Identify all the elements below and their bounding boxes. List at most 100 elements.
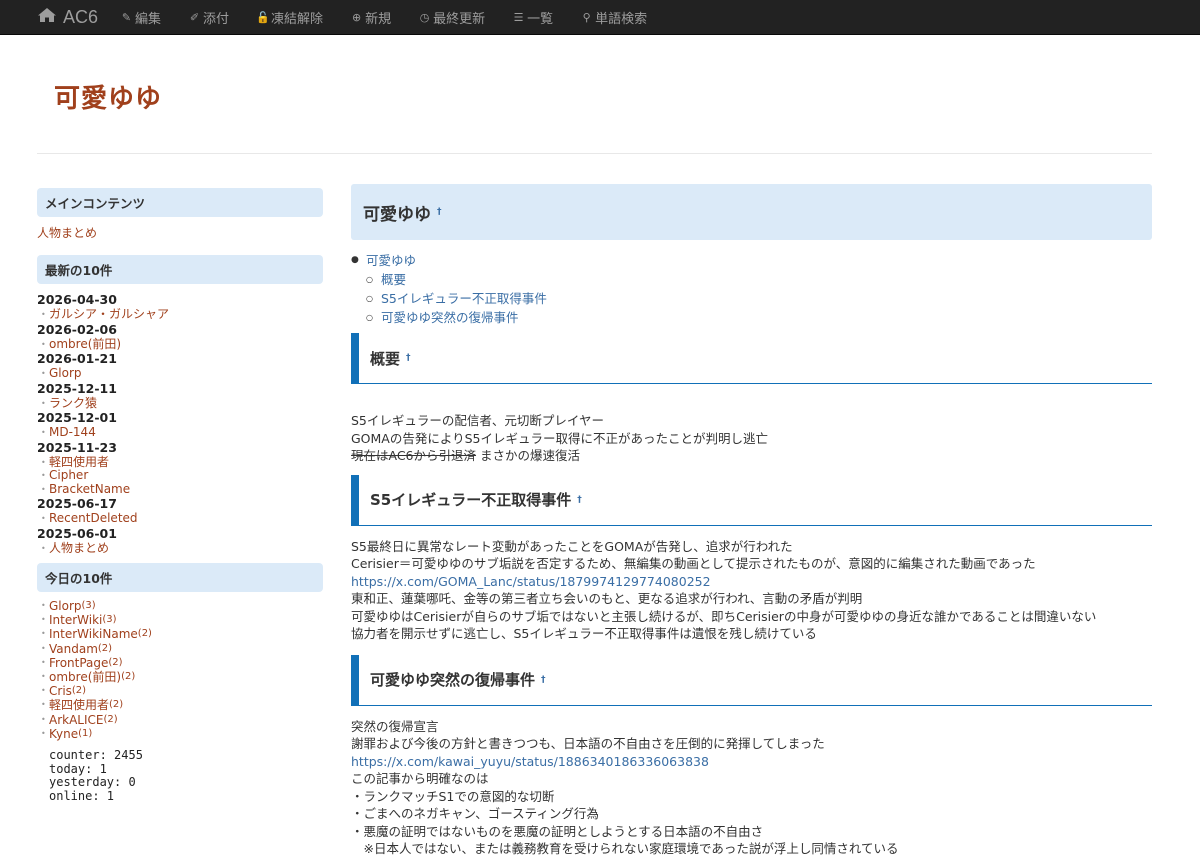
latest-item-link[interactable]: ガルシア・ガルシャア [49, 307, 169, 322]
nav-item-unlock[interactable]: 🔓 凍結解除 [256, 8, 323, 27]
today-item[interactable]: • Kyne (1) [37, 727, 323, 741]
paragraph-text: 謝罪および今後の方針と書きつつも、日本語の不自由さを圧倒的に発揮してしまった [351, 736, 825, 751]
today-item-link[interactable]: Cris [49, 684, 72, 698]
latest-item-link[interactable]: ランク猿 [49, 396, 97, 411]
today-item-link[interactable]: Glorp [49, 599, 82, 613]
today-item[interactable]: • Vandam (2) [37, 642, 323, 656]
latest-item[interactable]: • ombre(前田) [37, 337, 323, 352]
latest-item[interactable]: • ガルシア・ガルシャア [37, 307, 323, 322]
latest-item-link[interactable]: 軽四使用者 [49, 455, 109, 470]
nav-item-label: 一覧 [527, 11, 554, 27]
today-item-link[interactable]: FrontPage [49, 656, 108, 670]
counter-total: counter: 2455 [49, 748, 143, 763]
toc-link[interactable]: 可愛ゆゆ突然の復帰事件 [381, 308, 519, 327]
latest-item-link[interactable]: Cipher [49, 468, 88, 483]
toc-link[interactable]: S5イレギュラー不正取得事件 [381, 289, 547, 308]
nav-item-label: 最終更新 [433, 11, 486, 27]
section-anchor-link[interactable]: † [577, 495, 582, 505]
counter-yesterday: yesterday: 0 [49, 775, 136, 790]
today-item[interactable]: • InterWiki (3) [37, 613, 323, 627]
paragraph-text: 突然の復帰宣言 [351, 718, 439, 734]
bullet-icon: • [41, 657, 46, 667]
bullet-icon: • [41, 484, 46, 494]
paragraph-line: https://x.com/kawai_yuyu/status/18863401… [351, 753, 1152, 771]
bullet-icon: • [41, 700, 46, 710]
counter-online: online: 1 [49, 788, 115, 803]
external-link[interactable]: https://x.com/kawai_yuyu/status/18863401… [351, 754, 709, 769]
toc-link[interactable]: 概要 [381, 270, 406, 289]
latest-item-link[interactable]: MD-144 [49, 425, 96, 440]
sidebar-link-people-summary[interactable]: 人物まとめ [37, 224, 323, 241]
latest-item-link[interactable]: BracketName [49, 482, 130, 497]
latest-item[interactable]: • 軽四使用者 [37, 455, 323, 470]
latest-item[interactable]: • BracketName [37, 482, 323, 497]
today-item[interactable]: • 軽四使用者 (2) [37, 698, 323, 712]
nav-item-list[interactable]: ☰ 一覧 [512, 8, 553, 27]
top-navbar: AC6 ✎ 編集 ✐ 添付 🔓 凍結解除 ⊕ 新規 ◷ 最終更新 ☰ 一覧 ⚲ 単語検索 [0, 0, 1200, 35]
nav-item-plus-circle[interactable]: ⊕ 新規 [350, 8, 391, 27]
table-of-contents: ● 可愛ゆゆ ○ 概要 ○ S5イレギュラー不正取得事件 ○ 可愛ゆゆ突然の復帰事件 [351, 251, 1152, 327]
nav-item-label: 凍結解除 [271, 11, 324, 27]
today-item[interactable]: • FrontPage (2) [37, 656, 323, 670]
today-item-link[interactable]: Vandam [49, 642, 98, 656]
latest-item-link[interactable]: 人物まとめ [49, 541, 109, 556]
nav-item-search[interactable]: ⚲ 単語検索 [580, 8, 648, 27]
toc-link-top[interactable]: 可愛ゆゆ [366, 251, 416, 270]
latest-item-link[interactable]: Glorp [49, 366, 82, 381]
unlock-icon: 🔓 [256, 10, 270, 24]
paragraph-line: https://x.com/GOMA_Lanc/status/187997412… [351, 573, 1152, 591]
today-item-link[interactable]: ArkALICE [49, 713, 104, 727]
section-anchor-link[interactable]: † [406, 353, 411, 363]
today-item-link[interactable]: ombre(前田) [49, 670, 121, 684]
paragraph-line: 東和正、蓮葉哪吒、金等の第三者立ち会いのもと、更なる追求が行われ、言動の矛盾が判… [351, 590, 1152, 608]
paragraph-line: ・ランクマッチS1での意図的な切断 [351, 788, 1152, 806]
today-item[interactable]: • InterWikiName (2) [37, 627, 323, 641]
today-item-link[interactable]: InterWikiName [49, 627, 138, 641]
latest-item[interactable]: • Cipher [37, 468, 323, 483]
today-item-count: (3) [81, 600, 96, 611]
latest-item[interactable]: • RecentDeleted [37, 511, 323, 526]
latest-item[interactable]: • Glorp [37, 366, 323, 381]
latest-item[interactable]: • MD-144 [37, 425, 323, 440]
sidebar-heading-today: 今日の10件 [37, 563, 323, 592]
nav-item-edit[interactable]: ✎ 編集 [120, 8, 161, 27]
bullet-icon: • [41, 686, 46, 696]
bullet-icon: • [41, 310, 46, 319]
bullet-icon: • [41, 457, 46, 467]
today-item[interactable]: • Cris (2) [37, 684, 323, 698]
section-anchor-link[interactable]: † [541, 675, 546, 685]
today-item[interactable]: • ombre(前田) (2) [37, 670, 323, 684]
nav-item-attach[interactable]: ✐ 添付 [188, 8, 229, 27]
today-item-count: (2) [137, 628, 152, 640]
latest-item-link[interactable]: ombre(前田) [49, 337, 121, 352]
brand-link[interactable]: AC6 [37, 7, 98, 28]
latest-item[interactable]: • ランク猿 [37, 396, 323, 411]
nav-item-clock[interactable]: ◷ 最終更新 [418, 8, 485, 27]
paragraph-text: まさかの爆速復活 [476, 448, 580, 463]
today-item-link[interactable]: Kyne [49, 727, 78, 741]
latest-date: 2025-12-11 [37, 380, 117, 396]
sidebar: メインコンテンツ 人物まとめ 最新の10件 2026-04-30 • ガルシア・ガル… [37, 188, 323, 803]
counter-block: counter: 2455 today: 1 yesterday: 0 onli… [37, 749, 323, 803]
latest-item-link[interactable]: RecentDeleted [49, 511, 138, 526]
paragraph-line: この記事から明確なのは [351, 770, 1152, 788]
title-anchor-link[interactable]: † [437, 207, 442, 217]
list-icon: ☰ [513, 10, 524, 24]
section-body: 突然の復帰宣言謝罪および今後の方針と書きつつも、日本語の不自由さを圧倒的に発揮し… [351, 718, 1152, 857]
nav-item-label: 単語検索 [595, 11, 648, 27]
paragraph-line: 現在はAC6から引退済 まさかの爆速復活 [351, 447, 1152, 465]
paragraph-text: 可愛ゆゆはCerisierが自らのサブ垢ではないと主張し続けるが、即ちCeris… [351, 608, 1097, 624]
latest-date: 2025-11-23 [37, 439, 117, 455]
latest-item[interactable]: • 人物まとめ [37, 541, 323, 556]
latest-date: 2025-12-01 [37, 410, 117, 425]
today-item-link[interactable]: InterWiki [49, 613, 102, 627]
external-link[interactable]: https://x.com/GOMA_Lanc/status/187997412… [351, 574, 711, 589]
today-item-link[interactable]: 軽四使用者 [49, 698, 109, 712]
today-item[interactable]: • Glorp (3) [37, 599, 323, 613]
today-item[interactable]: • ArkALICE (2) [37, 713, 323, 727]
edit-icon: ✎ [121, 10, 132, 24]
bullet-icon: • [41, 643, 46, 653]
bullet-icon: • [41, 728, 46, 738]
paragraph-text: ・ごまへのネガキャン、ゴースティング行為 [351, 806, 599, 821]
nav-item-label: 編集 [135, 11, 162, 27]
